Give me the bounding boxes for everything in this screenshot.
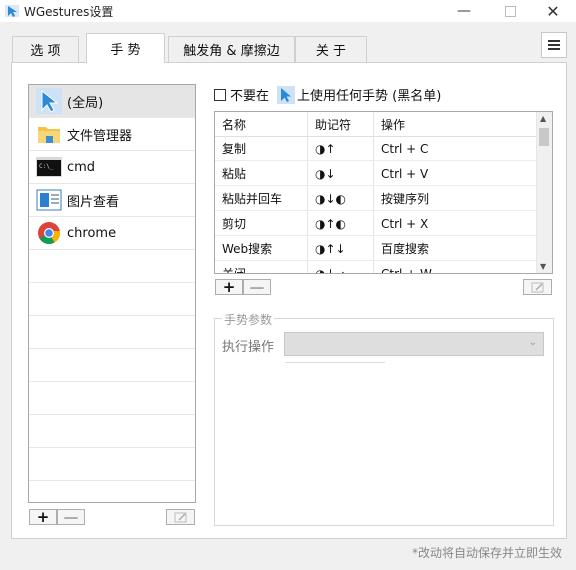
close-icon: ✕ xyxy=(546,1,560,21)
gesture-name: 粘贴 xyxy=(222,167,247,181)
table-header: 名称 助记符 操作 xyxy=(215,112,537,137)
blacklist-row: 不要在 上使用任何手势 (黑名单) xyxy=(214,85,441,104)
remove-app-button[interactable]: — xyxy=(57,509,85,525)
edit-icon xyxy=(531,282,543,292)
tab-corners-edges[interactable]: 触发角 & 摩擦边 xyxy=(168,36,295,62)
tab-label: 选 项 xyxy=(30,44,61,59)
gesture-action: Ctrl + V xyxy=(381,166,429,181)
gesture-action: 百度搜索 xyxy=(381,242,430,256)
gesture-mnemonic: ◑↓ xyxy=(315,166,336,181)
wgestures-app-icon xyxy=(5,5,19,17)
gesture-action: Ctrl + C xyxy=(381,141,429,156)
folder-icon xyxy=(35,121,63,147)
chrome-icon xyxy=(35,220,63,246)
app-item-chrome[interactable]: chrome xyxy=(29,217,195,250)
minus-icon: — xyxy=(249,277,265,296)
plus-icon: + xyxy=(222,277,236,296)
tab-label: 关 于 xyxy=(315,44,347,59)
table-row[interactable]: 复制 ◑↑ Ctrl + C xyxy=(215,136,537,161)
edit-app-button[interactable] xyxy=(166,509,195,525)
app-list-empty-row xyxy=(29,349,195,382)
gesture-action: 按键序列 xyxy=(381,192,430,206)
window-title: WGestures设置 xyxy=(24,5,114,19)
window-picker-icon[interactable] xyxy=(277,85,296,104)
gesture-mnemonic: ◑↓→ xyxy=(315,266,346,274)
tab-gestures[interactable]: 手 势 xyxy=(86,33,165,63)
app-list-empty-row xyxy=(29,250,195,283)
scrollbar-thumb[interactable] xyxy=(539,128,549,146)
table-row[interactable]: 粘贴 ◑↓ Ctrl + V xyxy=(215,161,537,186)
app-item-label: cmd xyxy=(67,159,96,175)
add-gesture-button[interactable]: + xyxy=(215,279,243,295)
plus-icon: + xyxy=(36,507,50,526)
maximize-icon xyxy=(504,5,516,17)
blacklist-checkbox[interactable] xyxy=(214,88,226,101)
app-list-empty-row xyxy=(29,448,195,481)
hamburger-icon xyxy=(548,40,560,50)
add-app-button[interactable]: + xyxy=(29,509,57,525)
app-item-label: 文件管理器 xyxy=(67,128,133,144)
chevron-down-icon: ⌄ xyxy=(528,337,537,348)
blacklist-suffix: 上使用任何手势 (黑名单) xyxy=(297,89,442,104)
gesture-mnemonic: ◑↑↓ xyxy=(315,241,346,256)
exec-action-label: 执行操作 xyxy=(222,340,275,355)
gesture-mnemonic: ◑↑ xyxy=(315,141,336,156)
tab-label: 手 势 xyxy=(110,43,141,58)
gesture-name: 关闭 xyxy=(222,267,247,274)
remove-gesture-button[interactable]: — xyxy=(243,279,271,295)
exec-action-select[interactable]: ⌄ xyxy=(284,332,544,356)
gesture-name: 剪切 xyxy=(222,217,247,231)
terminal-icon: C:\_ xyxy=(35,154,63,180)
app-list-empty-row xyxy=(29,415,195,448)
gesture-table: 名称 助记符 操作 复制 ◑↑ Ctrl + C 粘贴 ◑↓ Ctrl + V … xyxy=(214,111,553,274)
edit-gesture-button[interactable] xyxy=(523,279,552,295)
column-header-mnemonic[interactable]: 助记符 xyxy=(308,112,374,137)
table-row[interactable]: 粘贴并回车 ◑↓◐ 按键序列 xyxy=(215,186,537,211)
app-item-file-manager[interactable]: 文件管理器 xyxy=(29,118,195,151)
svg-text:C:\_: C:\_ xyxy=(39,163,54,170)
cursor-icon xyxy=(35,88,63,114)
image-viewer-icon xyxy=(35,187,63,213)
gesture-action: Ctrl + X xyxy=(381,216,429,231)
gesture-name: 复制 xyxy=(222,142,247,156)
blacklist-prefix: 不要在 xyxy=(230,89,270,104)
tab-options[interactable]: 选 项 xyxy=(12,36,79,62)
table-row[interactable]: Web搜索 ◑↑↓ 百度搜索 xyxy=(215,236,537,261)
gesture-params-legend: 手势参数 xyxy=(222,311,275,328)
gesture-name: Web搜索 xyxy=(222,242,273,256)
app-item-label: chrome xyxy=(67,225,117,241)
app-item-image-viewer[interactable]: 图片查看 xyxy=(29,184,195,217)
table-scrollbar[interactable]: ▲ ▼ xyxy=(536,112,552,273)
table-row[interactable]: 关闭 ◑↓→ Ctrl + W xyxy=(215,261,537,274)
scroll-up-icon[interactable]: ▲ xyxy=(540,114,546,123)
minus-icon: — xyxy=(63,507,79,526)
tab-about[interactable]: 关 于 xyxy=(295,36,367,62)
gesture-mnemonic: ◑↓◐ xyxy=(315,191,346,206)
table-row[interactable]: 剪切 ◑↑◐ Ctrl + X xyxy=(215,211,537,236)
app-item-label: 图片查看 xyxy=(67,194,120,210)
menu-button[interactable] xyxy=(541,32,567,58)
app-list-empty-row xyxy=(29,382,195,415)
app-list-empty-row xyxy=(29,283,195,316)
scroll-down-icon[interactable]: ▼ xyxy=(540,262,546,271)
gesture-name: 粘贴并回车 xyxy=(222,192,283,206)
column-header-action[interactable]: 操作 xyxy=(374,112,537,137)
minimize-button[interactable]: — xyxy=(441,0,487,22)
autosave-note: *改动将自动保存并立即生效 xyxy=(411,546,562,560)
app-list: (全局) 文件管理器 C:\_ cmd 图片查看 chrome xyxy=(28,84,196,503)
maximize-button[interactable] xyxy=(487,0,533,22)
close-button[interactable]: ✕ xyxy=(530,0,576,22)
gesture-action: Ctrl + W xyxy=(381,266,432,274)
gesture-mnemonic: ◑↑◐ xyxy=(315,216,346,231)
column-header-name[interactable]: 名称 xyxy=(215,112,308,137)
title-bar: WGestures设置 — ✕ xyxy=(0,0,576,22)
edit-icon xyxy=(174,512,186,522)
app-item-global[interactable]: (全局) xyxy=(29,85,195,118)
app-list-empty-row xyxy=(29,316,195,349)
params-divider xyxy=(285,362,385,363)
tab-label: 触发角 & 摩擦边 xyxy=(183,44,280,59)
app-item-label: (全局) xyxy=(67,95,104,111)
app-item-cmd[interactable]: C:\_ cmd xyxy=(29,151,195,184)
minimize-icon: — xyxy=(457,3,471,19)
